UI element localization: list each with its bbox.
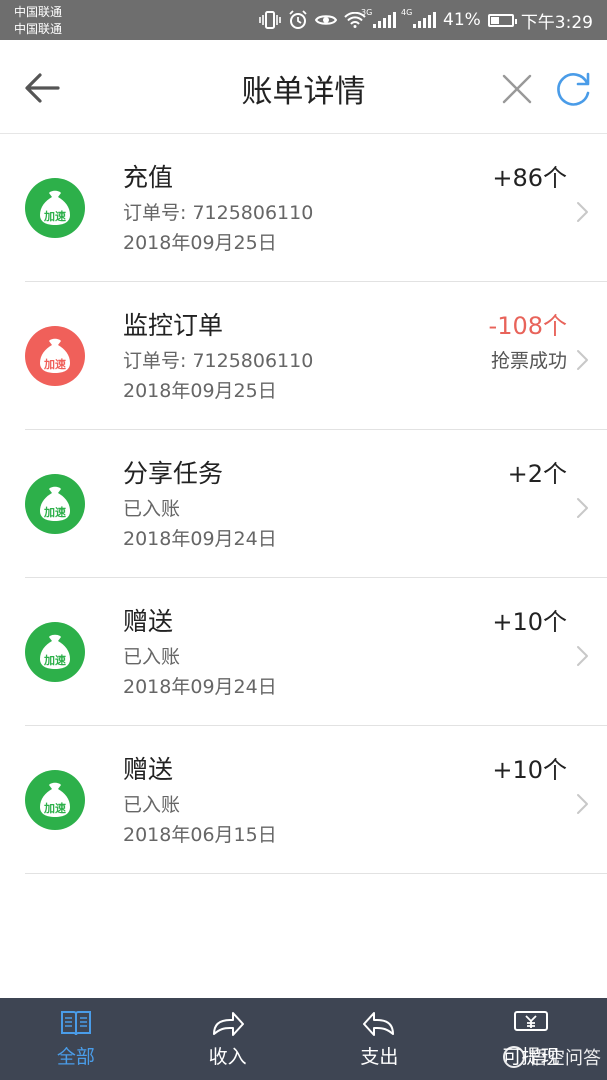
close-icon xyxy=(502,74,532,104)
speed-bag-icon: 加速 xyxy=(25,178,85,238)
book-icon xyxy=(60,1011,91,1036)
watermark-text: 悟空问答 xyxy=(529,1048,601,1069)
speed-bag-icon: 加速 xyxy=(25,326,85,386)
speed-bag-icon: 加速 xyxy=(25,622,85,682)
yen-box-icon xyxy=(514,1011,549,1031)
nav-bar: 账单详情 xyxy=(0,40,607,134)
clock: 下午3:29 xyxy=(520,12,593,33)
record-date: 2018年09月24日 xyxy=(123,676,277,698)
status-bar: 中国联通 中国联通 3G 4G 41% 下午3:29 xyxy=(0,0,607,40)
watermark: 悟空问答 xyxy=(503,1044,601,1070)
alarm-icon xyxy=(288,10,308,30)
record-amount: +2个 xyxy=(507,460,567,488)
eye-icon xyxy=(315,13,338,27)
signal-4g-icon: 4G xyxy=(401,8,437,28)
record-result: 抢票成功 xyxy=(490,350,567,372)
tab-expense[interactable]: 支出 xyxy=(304,998,456,1080)
redo-arrow-icon xyxy=(212,1012,244,1036)
record-order-or-status: 已入账 xyxy=(123,498,181,520)
record-date: 2018年09月24日 xyxy=(123,528,277,550)
row-divider xyxy=(25,873,607,874)
record-title: 分享任务 xyxy=(123,459,224,488)
badge-label: 加速 xyxy=(44,210,66,223)
record-order-or-status: 订单号: 7125806110 xyxy=(123,202,314,224)
record-date: 2018年06月15日 xyxy=(123,824,277,846)
chevron-right-icon xyxy=(577,350,588,370)
bill-record-row[interactable]: 加速 监控订单 订单号: 7125806110 2018年09月25日 -108… xyxy=(0,282,607,430)
wukong-logo-icon xyxy=(503,1046,525,1068)
record-order-or-status: 已入账 xyxy=(123,646,181,668)
carrier-2: 中国联通 xyxy=(14,22,63,36)
badge-label: 加速 xyxy=(44,802,66,815)
bill-record-row[interactable]: 加速 赠送 已入账 2018年06月15日 +10个 xyxy=(0,726,607,874)
tab-expense-label: 支出 xyxy=(360,1046,399,1068)
network-type-2: 4G xyxy=(401,8,413,17)
tab-all[interactable]: 全部 xyxy=(0,998,152,1080)
badge-label: 加速 xyxy=(44,654,66,667)
record-amount: +10个 xyxy=(492,608,567,636)
bill-list: 加速 充值 订单号: 7125806110 2018年09月25日 +86个 加… xyxy=(0,134,607,874)
record-date: 2018年09月25日 xyxy=(123,380,277,402)
badge-label: 加速 xyxy=(44,506,66,519)
carrier-1: 中国联通 xyxy=(14,5,63,19)
network-type-1: 3G xyxy=(361,8,373,17)
record-title: 赠送 xyxy=(123,755,174,784)
chevron-right-icon xyxy=(577,646,588,666)
tab-all-label: 全部 xyxy=(56,1046,95,1068)
speed-bag-icon: 加速 xyxy=(25,770,85,830)
tab-income-label: 收入 xyxy=(208,1046,247,1068)
record-order-or-status: 已入账 xyxy=(123,794,181,816)
record-date: 2018年09月25日 xyxy=(123,232,277,254)
bill-record-row[interactable]: 加速 充值 订单号: 7125806110 2018年09月25日 +86个 xyxy=(0,134,607,282)
record-amount: -108个 xyxy=(488,312,567,340)
record-title: 监控订单 xyxy=(123,311,224,340)
record-amount: +10个 xyxy=(492,756,567,784)
refresh-icon xyxy=(557,72,590,106)
record-title: 赠送 xyxy=(123,607,174,636)
record-order-or-status: 订单号: 7125806110 xyxy=(123,350,314,372)
record-title: 充值 xyxy=(123,163,174,192)
chevron-right-icon xyxy=(577,202,588,222)
signal-3g-icon: 3G xyxy=(361,8,397,28)
badge-label: 加速 xyxy=(44,358,66,371)
chevron-right-icon xyxy=(577,498,588,518)
bill-record-row[interactable]: 加速 分享任务 已入账 2018年09月24日 +2个 xyxy=(0,430,607,578)
undo-arrow-icon xyxy=(363,1012,395,1036)
refresh-button[interactable] xyxy=(550,66,596,112)
chevron-right-icon xyxy=(577,794,588,814)
speed-bag-icon: 加速 xyxy=(25,474,85,534)
close-button[interactable] xyxy=(496,68,538,110)
bill-record-row[interactable]: 加速 赠送 已入账 2018年09月24日 +10个 xyxy=(0,578,607,726)
record-amount: +86个 xyxy=(492,164,567,192)
battery-percent: 41% xyxy=(443,10,481,30)
battery-icon xyxy=(487,13,517,27)
vibrate-icon xyxy=(259,11,281,29)
tab-income[interactable]: 收入 xyxy=(152,998,304,1080)
